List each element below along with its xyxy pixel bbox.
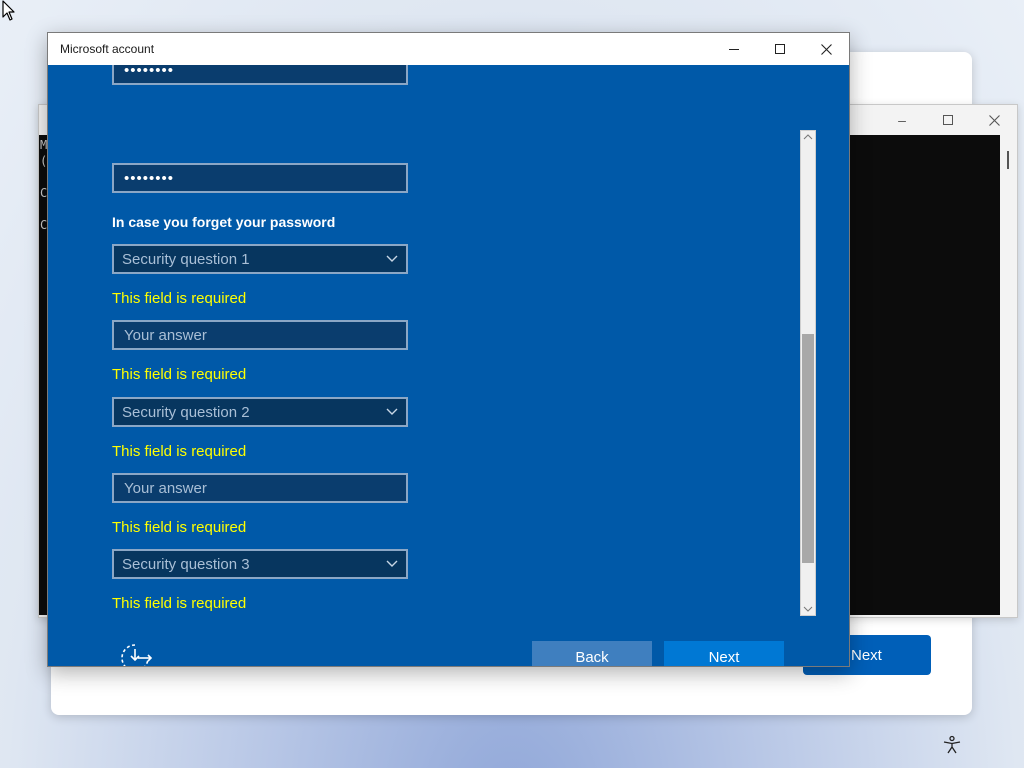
mouse-cursor-icon — [2, 0, 15, 21]
scroll-down-icon[interactable] — [803, 606, 813, 614]
dialog-titlebar[interactable]: Microsoft account — [48, 33, 849, 65]
security-question-1-placeholder: Security question 1 — [122, 250, 250, 268]
dialog-title: Microsoft account — [60, 42, 155, 56]
security-question-1-error: This field is required — [112, 290, 247, 307]
security-answer-1-placeholder: Your answer — [124, 326, 207, 344]
accessibility-icon[interactable] — [942, 735, 962, 755]
next-button[interactable]: Next — [664, 641, 784, 666]
security-answer-2-placeholder: Your answer — [124, 479, 207, 497]
chevron-down-icon — [386, 408, 398, 415]
security-question-1-select[interactable]: Security question 1 — [112, 244, 408, 274]
minimize-icon[interactable] — [711, 33, 757, 65]
scrollbar-thumb[interactable] — [802, 334, 814, 563]
security-question-3-placeholder: Security question 3 — [122, 555, 250, 573]
security-answer-2-error: This field is required — [112, 519, 247, 536]
password-masked-value: •••••••• — [124, 65, 175, 79]
confirm-password-input[interactable]: •••••••• — [112, 163, 408, 193]
back-button[interactable]: Back — [532, 641, 652, 666]
security-question-2-placeholder: Security question 2 — [122, 403, 250, 421]
console-scrollbar[interactable] — [1000, 135, 1017, 615]
security-questions-heading: In case you forget your password — [112, 214, 336, 230]
maximize-icon[interactable] — [757, 33, 803, 65]
console-close-icon[interactable] — [971, 105, 1017, 135]
dialog-scrollbar[interactable] — [800, 130, 816, 616]
security-question-2-error: This field is required — [112, 443, 247, 460]
security-answer-2-input[interactable]: Your answer — [112, 473, 408, 503]
chevron-down-icon — [386, 560, 398, 567]
scroll-up-icon[interactable] — [803, 134, 813, 142]
close-icon[interactable] — [803, 33, 849, 65]
console-minimize-icon[interactable]: – — [879, 105, 925, 135]
confirm-password-masked-value: •••••••• — [124, 169, 175, 187]
security-question-2-select[interactable]: Security question 2 — [112, 397, 408, 427]
security-answer-1-input[interactable]: Your answer — [112, 320, 408, 350]
dialog-content: •••••••• •••••••• In case you forget you… — [48, 65, 849, 666]
security-question-3-error: This field is required — [112, 595, 247, 612]
chevron-down-icon — [386, 255, 398, 262]
security-question-3-select[interactable]: Security question 3 — [112, 549, 408, 579]
password-input[interactable]: •••••••• — [112, 65, 408, 85]
security-answer-1-error: This field is required — [112, 366, 247, 383]
ease-of-access-icon[interactable] — [118, 642, 154, 666]
console-maximize-icon[interactable] — [925, 105, 971, 135]
microsoft-account-dialog: Microsoft account •••••••• •••••••• In c… — [47, 32, 850, 667]
